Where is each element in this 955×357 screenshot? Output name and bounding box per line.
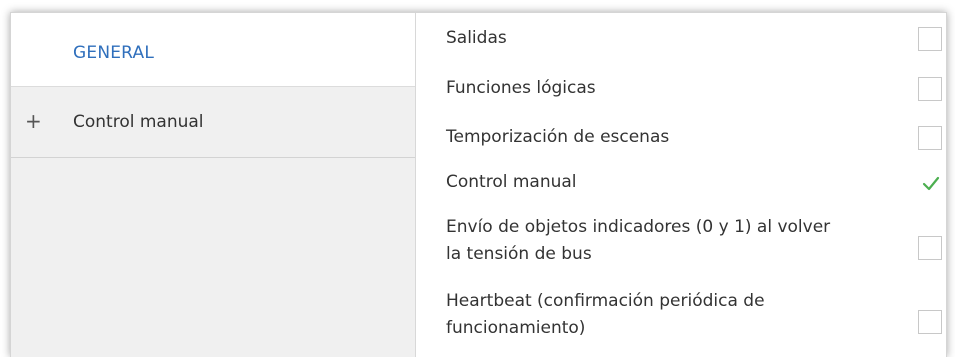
parameters-window: GENERAL + Control manual Salidas Funcion…: [10, 12, 947, 357]
option-row-heartbeat: Heartbeat (confirmación periódica de fun…: [446, 288, 946, 348]
option-label-envio-objetos: Envío de objetos indicadores (0 y 1) al …: [446, 214, 906, 268]
checkbox-temporizacion-escenas[interactable]: [918, 126, 942, 150]
plus-icon[interactable]: +: [25, 109, 42, 133]
option-row-envio-objetos: Envío de objetos indicadores (0 y 1) al …: [446, 214, 946, 274]
option-row-control-manual: Control manual: [446, 169, 946, 199]
checkbox-envio-objetos[interactable]: [918, 236, 942, 260]
checkbox-control-manual[interactable]: [918, 171, 942, 195]
checkbox-salidas[interactable]: [918, 27, 942, 51]
option-label-heartbeat-line1: Heartbeat (confirmación periódica de: [446, 291, 765, 311]
option-label-envio-objetos-line2: la tensión de bus: [446, 244, 592, 264]
option-label-envio-objetos-line1: Envío de objetos indicadores (0 y 1) al …: [446, 217, 831, 237]
checkmark-icon: [922, 176, 940, 191]
sidebar-item-general-label: GENERAL: [73, 43, 154, 63]
option-row-temporizacion-escenas: Temporización de escenas: [446, 124, 946, 154]
sidebar-item-control-manual[interactable]: + Control manual: [11, 87, 415, 158]
option-label-salidas: Salidas: [446, 28, 507, 48]
option-row-salidas: Salidas: [446, 25, 946, 55]
option-label-temporizacion-escenas: Temporización de escenas: [446, 127, 670, 147]
checkbox-funciones-logicas[interactable]: [918, 77, 942, 101]
option-label-heartbeat-line2: funcionamiento): [446, 318, 586, 338]
options-panel: Salidas Funciones lógicas Temporización …: [416, 13, 946, 357]
checkbox-heartbeat[interactable]: [918, 310, 942, 334]
option-row-funciones-logicas: Funciones lógicas: [446, 75, 946, 105]
sidebar: GENERAL + Control manual: [11, 13, 415, 357]
sidebar-item-general[interactable]: GENERAL: [11, 13, 415, 87]
option-label-heartbeat: Heartbeat (confirmación periódica de fun…: [446, 288, 906, 342]
sidebar-item-label: Control manual: [73, 112, 204, 132]
option-label-funciones-logicas: Funciones lógicas: [446, 78, 596, 98]
option-label-control-manual: Control manual: [446, 172, 577, 192]
